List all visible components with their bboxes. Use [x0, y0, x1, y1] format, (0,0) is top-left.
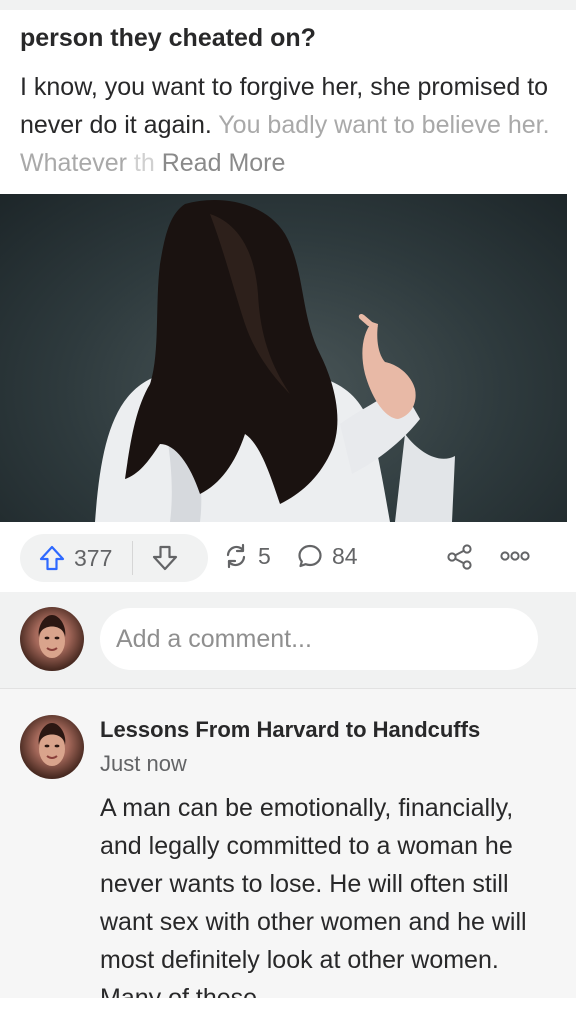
top-divider	[0, 0, 576, 10]
add-comment-input[interactable]	[100, 608, 538, 670]
bottom-edge	[0, 998, 576, 1010]
avatar-face	[38, 615, 66, 658]
post-excerpt[interactable]: I know, you want to forgive her, she pro…	[20, 68, 550, 182]
vote-pill: 377	[20, 534, 208, 582]
add-comment-section	[0, 592, 576, 688]
woman-photo-illustration	[95, 199, 455, 522]
reshare-icon	[226, 543, 246, 569]
downvote-arrow-icon	[153, 545, 178, 571]
post-action-bar: 377 5 84	[0, 522, 576, 592]
more-options-button[interactable]	[500, 549, 530, 568]
comment-author[interactable]: Lessons From Harvard to Handcuffs	[100, 717, 480, 743]
avatar-face	[38, 723, 66, 766]
reshare-count: 5	[258, 542, 271, 569]
upvote-count: 377	[74, 544, 113, 571]
post-image[interactable]	[0, 194, 567, 522]
share-icon	[447, 544, 472, 570]
post-title[interactable]: person they cheated on?	[20, 24, 560, 53]
more-dots-icon	[500, 551, 530, 561]
comment-timestamp: Just now	[100, 751, 187, 776]
upvote-button[interactable]: 377	[20, 544, 112, 572]
comments-button[interactable]: 84	[296, 542, 358, 570]
comment-count: 84	[332, 542, 358, 569]
downvote-button[interactable]	[151, 544, 179, 572]
current-user-avatar[interactable]	[20, 607, 84, 671]
reshare-button[interactable]: 5	[222, 542, 271, 570]
excerpt-fade-text-2: th	[126, 149, 155, 177]
comment-bubble-icon	[298, 544, 322, 568]
vote-divider	[132, 541, 134, 575]
comment-text: A man can be emotionally, financially, a…	[100, 794, 527, 999]
share-button[interactable]	[446, 543, 474, 576]
read-more-link[interactable]: Read More	[155, 149, 286, 177]
upvote-arrow-icon	[39, 545, 65, 571]
comments-list: Lessons From Harvard to Handcuffs Just n…	[0, 688, 576, 999]
commenter-avatar[interactable]	[20, 715, 84, 779]
